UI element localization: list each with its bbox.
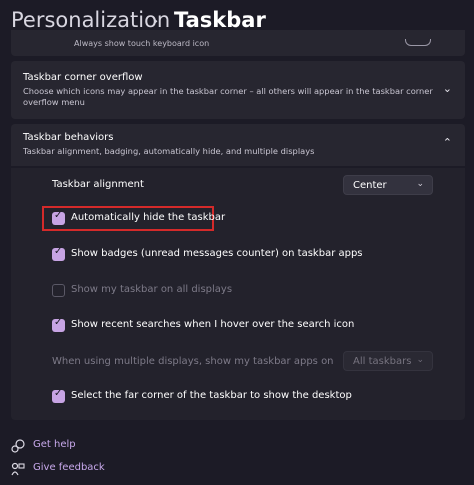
auto-hide-checkbox[interactable]: ✓ [52,210,65,225]
taskbar-behaviors-subtitle: Taskbar alignment, badging, automaticall… [23,146,315,156]
chevron-down-icon: ⌄ [416,355,424,365]
taskbar-behaviors-title: Taskbar behaviors [23,132,114,143]
touch-keyboard-row[interactable]: Always show touch keyboard icon [11,30,465,56]
multi-display-dropdown: All taskbars ⌄ [343,351,433,371]
far-corner-checkbox[interactable]: ✓ [52,388,65,403]
alignment-dropdown[interactable]: Center ⌄ [343,175,433,195]
get-help-link[interactable]: Get help [33,439,76,450]
chevron-up-icon[interactable]: ⌃ [443,136,452,149]
corner-overflow-title: Taskbar corner overflow [23,72,143,83]
badges-label: Show badges (unread messages counter) on… [71,248,363,259]
recent-searches-checkbox[interactable]: ✓ [52,317,65,332]
badges-checkbox[interactable]: ✓ [52,246,65,261]
all-displays-checkbox [52,284,65,297]
corner-overflow-card[interactable]: Taskbar corner overflow Choose which ico… [11,61,465,119]
breadcrumb-parent[interactable]: Personalization [11,8,170,32]
checkmark-icon: ✓ [54,388,63,399]
checkmark-icon: ✓ [54,317,63,328]
taskbar-behaviors-card[interactable]: Taskbar behaviors Taskbar alignment, bad… [11,124,465,166]
give-feedback-link[interactable]: Give feedback [33,462,105,473]
auto-hide-label: Automatically hide the taskbar [71,212,226,223]
breadcrumb-separator-icon: › [152,11,159,30]
help-icon [11,439,25,453]
touch-keyboard-label: Always show touch keyboard icon [74,39,210,48]
far-corner-label: Select the far corner of the taskbar to … [71,390,352,401]
chevron-down-icon: ⌄ [416,179,424,189]
feedback-icon [11,462,25,476]
checkmark-icon: ✓ [54,246,63,257]
page-title: Taskbar [174,8,266,32]
all-displays-label: Show my taskbar on all displays [71,284,233,295]
alignment-value: Center [353,180,387,191]
recent-searches-label: Show recent searches when I hover over t… [71,319,355,330]
multi-display-value: All taskbars [353,356,412,367]
chevron-down-icon[interactable]: ⌄ [443,82,452,95]
touch-keyboard-toggle[interactable] [405,39,431,46]
alignment-label: Taskbar alignment [52,179,144,190]
multi-display-label: When using multiple displays, show my ta… [52,356,334,367]
checkmark-icon: ✓ [54,210,63,221]
corner-overflow-subtitle: Choose which icons may appear in the tas… [23,86,433,107]
